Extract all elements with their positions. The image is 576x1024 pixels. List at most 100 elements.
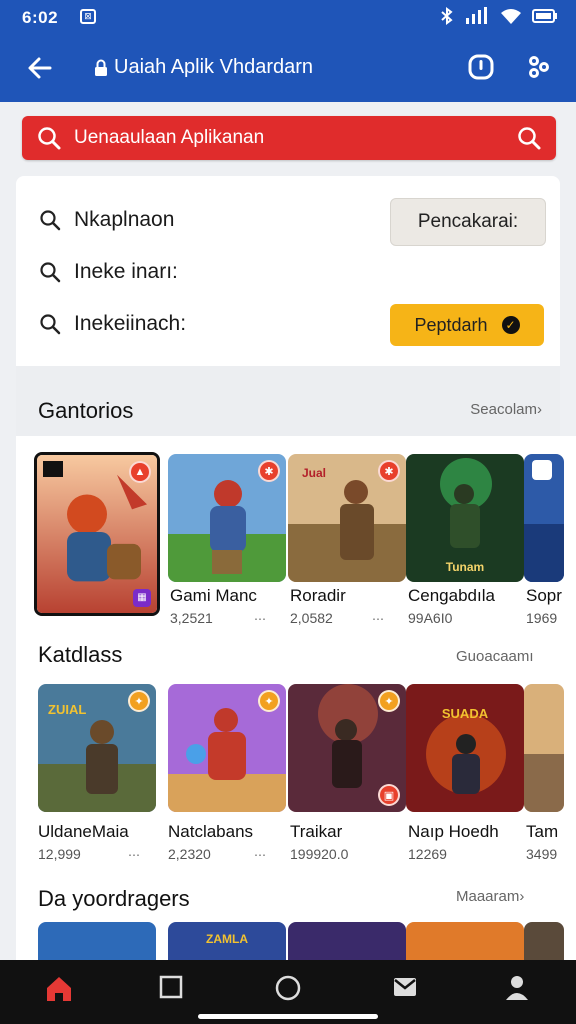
game-name: Gami Manc	[170, 586, 257, 605]
shield-icon[interactable]	[466, 52, 496, 82]
game-art	[524, 684, 564, 812]
recents-icon[interactable]	[158, 974, 184, 1000]
game-badge-icon: ✦	[258, 690, 280, 712]
filter-row-1[interactable]: Nkaplnaon	[38, 208, 174, 232]
profile-icon[interactable]	[504, 974, 530, 1000]
game-name: Traikar	[290, 822, 343, 841]
search-icon	[40, 262, 61, 283]
game-badge-icon: ▲	[129, 461, 151, 483]
status-icons	[440, 6, 558, 26]
tile-logo: ZAMLA	[206, 932, 248, 946]
search-text: Uenaaulaan Aplikanan	[74, 127, 265, 148]
game-count: 12,999	[38, 846, 81, 862]
filter-row-2-label: Ineke inarı:	[74, 260, 178, 283]
filter-row-2[interactable]: Ineke inarı:	[38, 260, 178, 284]
game-tile[interactable]	[38, 922, 156, 960]
search-icon	[40, 314, 61, 335]
settings-icon[interactable]	[524, 52, 554, 82]
app-title-container: Uaiah Aplik Vhdardarn	[94, 56, 313, 79]
game-count: 99A6I0	[408, 610, 453, 626]
game-tile-partial[interactable]	[524, 454, 564, 582]
game-tile-partial[interactable]	[524, 922, 564, 960]
game-tile[interactable]: ✱	[168, 454, 286, 582]
apply-button-label: Peptdarh	[414, 314, 488, 335]
bluetooth-icon	[441, 7, 453, 25]
app-title: Uaiah Aplik Vhdardarn	[114, 56, 314, 78]
section-title-3: Da yoordragers	[38, 886, 190, 911]
game-tile[interactable]	[406, 922, 524, 960]
game-badge-icon: ✱	[378, 460, 400, 482]
game-tile[interactable]: Jual ✱	[288, 454, 406, 582]
search-icon	[40, 210, 61, 231]
section-link-1[interactable]: Seacolam›	[470, 401, 542, 418]
section-link-2[interactable]: Guoacaamı	[456, 648, 534, 665]
game-badge-icon: ✱	[258, 460, 280, 482]
game-count: 3499	[526, 846, 558, 862]
mail-icon[interactable]	[392, 974, 418, 1000]
game-count: 1969	[526, 610, 558, 626]
game-tile[interactable]: SUADA	[406, 684, 524, 812]
back-arrow-icon[interactable]	[26, 54, 54, 82]
game-tile[interactable]: ✦	[168, 684, 286, 812]
home-icon[interactable]	[44, 974, 74, 1004]
app-bar: Uaiah Aplik Vhdardarn	[0, 36, 576, 102]
game-count: 3,2521	[170, 610, 213, 626]
signal-icon	[466, 7, 487, 24]
more-icon[interactable]: ⋯	[128, 848, 140, 862]
game-art	[406, 684, 524, 812]
filter-row-1-label: Nkaplnaon	[74, 208, 175, 231]
game-count: 199920.0	[290, 846, 349, 862]
home-circle-icon[interactable]	[274, 974, 302, 1002]
search-icon	[38, 127, 61, 150]
search-submit-icon[interactable]	[516, 125, 542, 151]
game-name: Naıp Hoedh	[408, 822, 499, 841]
wifi-icon	[501, 9, 521, 24]
battery-icon	[532, 9, 557, 23]
game-name: Natclabans	[168, 822, 254, 841]
tile-logo: Jual	[302, 466, 327, 480]
section-link-3[interactable]: Maaaram›	[456, 888, 524, 905]
game-count: 12269	[408, 846, 447, 862]
section-title-1: Gantorios	[38, 398, 134, 423]
game-count: 2,0582	[290, 610, 333, 626]
content-area: ▲ ▦ ✱ Jual ✱ Tunam Gami Manc 3,2521 ⋯ Ro…	[16, 436, 576, 960]
game-name: Sopr	[526, 586, 562, 605]
game-name: Tam	[526, 822, 559, 841]
filter-card: Nkaplnaon Ineke inarı: Inekeiinach: Penc…	[16, 176, 560, 366]
tile-logo: ZUIAL	[48, 702, 87, 717]
secondary-badge-icon: ▣	[378, 784, 400, 806]
lock-icon	[95, 59, 107, 76]
game-tile[interactable]: ZUIAL ✦	[38, 684, 156, 812]
game-badge-icon: ✦	[128, 690, 150, 712]
game-count: 2,2320	[168, 846, 211, 862]
status-time: 6:02	[22, 8, 59, 27]
tile-logo: SUADA	[441, 706, 489, 721]
search-bar[interactable]: Uenaaulaan Aplikanan	[22, 116, 556, 160]
search-button[interactable]: Pencakarai:	[390, 198, 546, 246]
game-tile[interactable]: ✦ ▣	[288, 684, 406, 812]
game-badge-icon	[532, 460, 552, 480]
tile-logo: Tunam	[445, 560, 485, 574]
check-icon: ✓	[501, 316, 520, 334]
search-button-label: Pencakarai:	[417, 211, 519, 232]
game-tile-partial[interactable]	[524, 684, 564, 812]
game-tile-featured[interactable]: ▲ ▦	[34, 452, 160, 616]
section-header-1: Gantorios Seacolam›	[16, 366, 560, 436]
more-icon[interactable]: ⋯	[254, 612, 266, 626]
notification-icon: ⊠	[80, 9, 96, 24]
purple-badge-icon: ▦	[133, 589, 151, 607]
apply-button[interactable]: Peptdarh ✓	[390, 304, 544, 346]
home-indicator[interactable]	[198, 1014, 378, 1019]
game-tile[interactable]: ZAMLA	[168, 922, 286, 960]
game-name: Cengabdıla	[408, 586, 495, 605]
game-tile[interactable]	[288, 922, 406, 960]
more-icon[interactable]: ⋯	[372, 612, 384, 626]
game-tile[interactable]: Tunam	[406, 454, 524, 582]
more-icon[interactable]: ⋯	[254, 848, 266, 862]
filter-row-3-label: Inekeiinach:	[74, 312, 187, 335]
section-title-2: Katdlass	[38, 642, 123, 667]
filter-row-3[interactable]: Inekeiinach:	[38, 312, 186, 336]
game-badge-icon: ✦	[378, 690, 400, 712]
game-name: UldaneMaia	[38, 822, 129, 841]
status-bar: 6:02 ⊠	[0, 0, 576, 36]
